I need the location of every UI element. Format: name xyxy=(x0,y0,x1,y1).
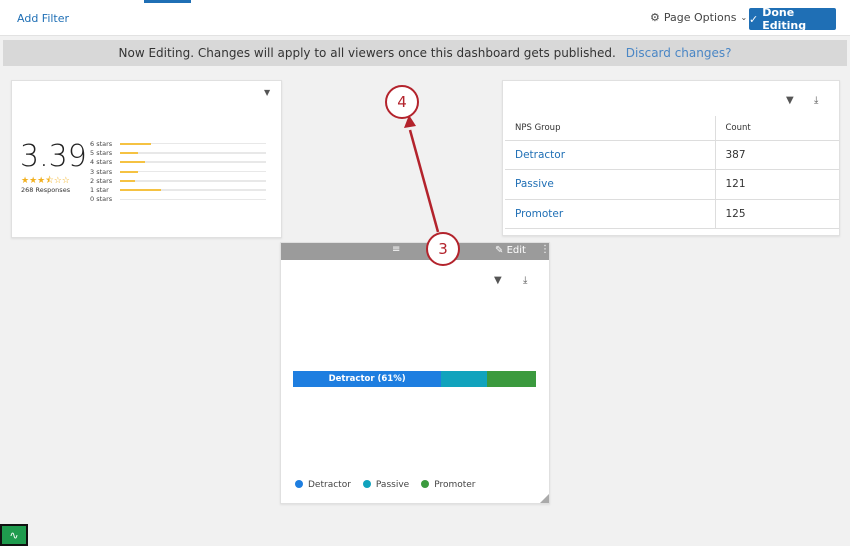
activity-icon[interactable]: ∿ xyxy=(0,524,28,546)
callout-4: 4 xyxy=(385,85,419,119)
callout-3: 3 xyxy=(426,232,460,266)
annotation-arrow xyxy=(404,115,440,233)
